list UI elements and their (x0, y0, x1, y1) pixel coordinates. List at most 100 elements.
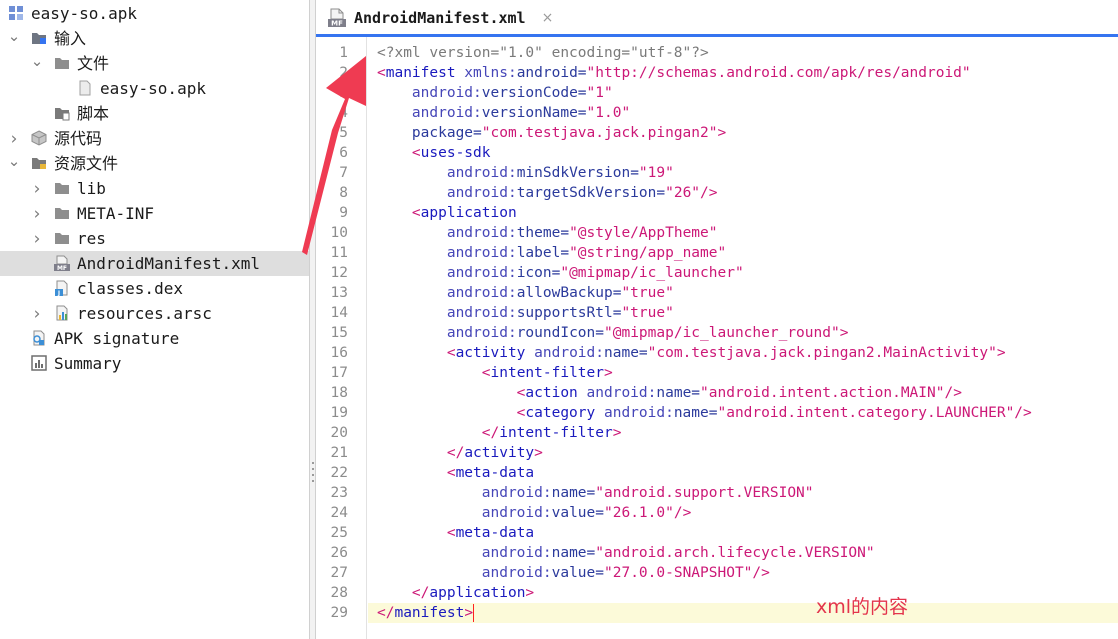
script-folder-icon (55, 108, 70, 121)
tree-item[interactable]: › META-INF (0, 201, 309, 226)
tree-item[interactable]: › resources.arsc (0, 301, 309, 326)
tree-item[interactable]: easy-so.apk (0, 76, 309, 101)
tree-item[interactable]: ⌄ 文件 (0, 51, 309, 76)
line-number: 8 (339, 185, 348, 201)
close-icon[interactable]: × (542, 10, 554, 26)
code-line[interactable]: package="com.testjava.jack.pingan2"> (377, 123, 726, 143)
code-line[interactable]: android:minSdkVersion="19" (377, 163, 674, 183)
code-token: "@mipmap/ic_launcher" (560, 265, 744, 281)
code-line[interactable]: android:allowBackup="true" (377, 283, 674, 303)
tree-item[interactable]: › lib (0, 176, 309, 201)
code-line[interactable]: <activity android:name="com.testjava.jac… (377, 343, 1006, 363)
code-editor[interactable]: 1 2 3 4 5 6 7 8 9 10 11 12 13 14 15 16 17 18 19 20 21 22 23 24 2… (316, 37, 1118, 639)
tree-item[interactable]: ⌄ 资源文件 (0, 151, 309, 176)
tree-item[interactable]: › res (0, 226, 309, 251)
code-line[interactable]: android:icon="@mipmap/ic_launcher" (377, 263, 744, 283)
code-token: = (595, 565, 604, 581)
line-number: 1 (339, 45, 348, 61)
code-token: android: (377, 565, 552, 581)
code-token: uses-sdk (420, 145, 491, 161)
line-number: 21 (330, 445, 348, 461)
code-line[interactable]: android:theme="@style/AppTheme" (377, 223, 718, 243)
code-token: minSdkVersion (516, 165, 631, 181)
code-token: android: (377, 505, 552, 521)
tree-item[interactable]: ⌄ 输入 (0, 26, 309, 51)
code-token: < (377, 525, 456, 541)
code-token: name (673, 405, 709, 421)
chevron-down-icon[interactable]: ⌄ (8, 23, 21, 48)
code-line[interactable]: </manifest> (377, 603, 473, 623)
tree-item[interactable]: 脚本 (0, 101, 309, 126)
code-token: > (604, 365, 613, 381)
line-number: 20 (330, 425, 348, 441)
line-number: 13 (330, 285, 348, 301)
summary-icon (31, 355, 47, 371)
chevron-right-icon[interactable]: › (31, 226, 43, 251)
line-number: 7 (339, 165, 348, 181)
tree-item-label: META-INF (77, 204, 155, 223)
arsc-file-icon (56, 305, 68, 321)
tree-item[interactable]: MF AndroidManifest.xml (0, 251, 309, 276)
code-line[interactable]: android:value="26.1.0"/> (377, 503, 692, 523)
code-token: android: (377, 545, 552, 561)
chevron-right-icon[interactable]: › (31, 301, 43, 326)
chevron-down-icon[interactable]: ⌄ (31, 48, 44, 73)
code-line[interactable]: </intent-filter> (377, 423, 622, 443)
tree-item[interactable]: Summary (0, 351, 309, 376)
code-line[interactable]: android:name="android.support.VERSION" (377, 483, 814, 503)
code-token: name (656, 385, 692, 401)
chevron-down-icon[interactable]: ⌄ (8, 148, 21, 173)
tree-item-label: 源代码 (54, 129, 103, 148)
code-line[interactable]: android:roundIcon="@mipmap/ic_launcher_r… (377, 323, 849, 343)
code-line[interactable]: <manifest xmlns:android="http://schemas.… (377, 63, 971, 83)
code-token: name (551, 545, 587, 561)
code-token: </ (377, 605, 395, 621)
folder-input-icon (32, 33, 46, 44)
code-token: android (516, 65, 578, 81)
source-package-icon (31, 130, 47, 146)
code-line[interactable]: <?xml version="1.0" encoding="utf-8"?> (377, 43, 709, 63)
tree-item-label: lib (77, 179, 106, 198)
code-token: intent-filter (490, 365, 605, 381)
tree-item[interactable]: APK signature (0, 326, 309, 351)
tree-item[interactable]: easy-so.apk (0, 1, 309, 26)
tree-item-label: resources.arsc (77, 304, 212, 323)
code-line[interactable]: android:label="@string/app_name" (377, 243, 726, 263)
chevron-right-icon[interactable]: › (31, 176, 43, 201)
line-number: 5 (339, 125, 348, 141)
code-token: = (595, 505, 604, 521)
tree-item[interactable]: Jclasses.dex (0, 276, 309, 301)
tree-item-label: AndroidManifest.xml (77, 254, 261, 273)
code-line[interactable]: <meta-data (377, 523, 534, 543)
code-token: android: (595, 405, 674, 421)
code-token: < (377, 405, 526, 421)
code-line[interactable]: <action android:name="android.intent.act… (377, 383, 962, 403)
code-token: > (612, 425, 622, 441)
tab-android-manifest[interactable]: MF AndroidManifest.xml × (328, 0, 553, 36)
code-token: android: (377, 225, 517, 241)
code-token: </ (377, 425, 500, 441)
code-token: manifest (385, 65, 456, 81)
line-number: 17 (330, 365, 348, 381)
code-line[interactable]: <meta-data (377, 463, 534, 483)
chevron-right-icon[interactable]: › (31, 201, 43, 226)
code-line[interactable]: <intent-filter> (377, 363, 613, 383)
tree-item[interactable]: › 源代码 (0, 126, 309, 151)
code-line[interactable]: <category android:name="android.intent.c… (377, 403, 1032, 423)
code-token: supportsRtl (516, 305, 613, 321)
tree-item-label: APK signature (54, 329, 180, 348)
code-token: = (586, 545, 596, 561)
code-line[interactable]: <uses-sdk (377, 143, 491, 163)
code-line[interactable]: android:versionName="1.0" (377, 103, 630, 123)
code-line[interactable]: <application (377, 203, 517, 223)
code-line[interactable]: android:targetSdkVersion="26"/> (377, 183, 718, 203)
code-line[interactable]: </activity> (377, 443, 543, 463)
tree-item-label: Summary (54, 354, 122, 373)
code-line[interactable]: android:name="android.arch.lifecycle.VER… (377, 543, 875, 563)
code-line[interactable]: </application> (377, 583, 534, 603)
code-line[interactable]: android:versionCode="1" (377, 83, 613, 103)
code-token: android: (377, 185, 517, 201)
code-line[interactable]: android:value="27.0.0-SNAPSHOT"/> (377, 563, 770, 583)
code-line[interactable]: android:supportsRtl="true" (377, 303, 674, 323)
folder-icon (55, 208, 69, 219)
